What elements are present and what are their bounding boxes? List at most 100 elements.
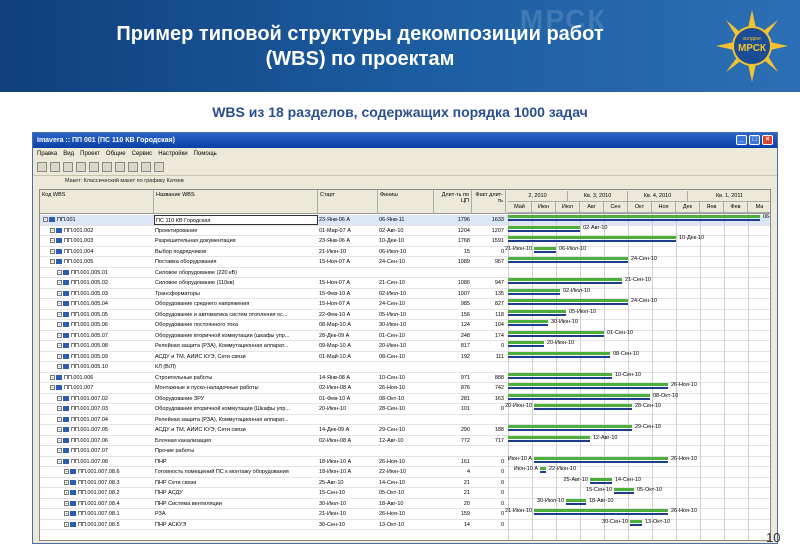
fact-duration: 0 (500, 479, 504, 486)
start-date: 28-Дек-09 А (319, 332, 350, 339)
menu-item[interactable]: Настройки (158, 151, 187, 157)
wbs-node-icon (63, 448, 69, 454)
minimize-icon[interactable]: _ (736, 135, 747, 145)
expand-toggle-icon[interactable]: − (57, 458, 62, 464)
expand-toggle-icon[interactable]: + (64, 521, 69, 527)
open-icon[interactable] (76, 162, 86, 172)
save-icon[interactable] (63, 162, 73, 172)
wbs-code-text: ПП.001.005 (64, 259, 94, 265)
copy-icon[interactable] (89, 162, 99, 172)
expand-toggle-icon[interactable]: − (57, 406, 62, 412)
expand-toggle-icon[interactable]: + (64, 490, 69, 496)
expand-toggle-icon[interactable]: − (57, 322, 62, 328)
menu-item[interactable]: Помощь (194, 151, 217, 157)
finish-date: 06-Янв-11 (379, 217, 405, 223)
expand-toggle-icon[interactable]: − (50, 227, 55, 233)
expand-toggle-icon[interactable]: + (64, 469, 69, 475)
timeline-month: Сен (604, 202, 628, 213)
col-header-finish[interactable]: Финиш (378, 190, 434, 214)
wbs-name: Силовое оборудование (110кв) (155, 280, 235, 286)
maximize-icon[interactable]: □ (749, 135, 760, 145)
wbs-code-text: ПП.001.005.05 (71, 311, 108, 318)
timeline-header: 2, 2010 Кв. 3, 2010 Кв. 4, 2010 Кв. 1, 2011… (508, 190, 770, 214)
menu-item[interactable]: Сервис (132, 151, 153, 157)
gantt-bar-actual (540, 471, 546, 473)
gantt-label-start: 21-Июн-10 (504, 245, 532, 252)
expand-toggle-icon[interactable]: − (57, 416, 62, 422)
expand-toggle-icon[interactable]: − (57, 280, 62, 286)
col-header-name[interactable]: Название WBS (154, 190, 318, 214)
gantt-bar-baseline (534, 456, 668, 460)
expand-toggle-icon[interactable]: − (50, 385, 55, 391)
expand-toggle-icon[interactable]: − (50, 248, 55, 254)
search-icon[interactable] (50, 162, 60, 172)
expand-toggle-icon[interactable]: − (57, 311, 62, 317)
expand-toggle-icon[interactable]: − (57, 269, 62, 275)
wbs-name: Строительные работы (155, 374, 213, 381)
gantt-bar-actual (534, 408, 632, 410)
expand-toggle-icon[interactable]: − (50, 238, 55, 244)
menu-item[interactable]: Проект (80, 151, 100, 157)
col-header-code[interactable]: Код WBS (40, 190, 154, 214)
window-titlebar: Imavera :: ПП 001 (ПС 110 КВ Городская) … (33, 133, 777, 148)
duration-cp: 248 (460, 332, 470, 339)
expand-toggle-icon[interactable]: − (57, 332, 62, 338)
page-number: 10 (766, 530, 781, 545)
wbs-code-text: ПП.001.005.04 (71, 301, 108, 307)
paste-icon[interactable] (102, 162, 112, 172)
finish-date: 24-Сен-10 (379, 259, 405, 265)
expand-toggle-icon[interactable]: − (57, 290, 62, 296)
wbs-node-icon (63, 437, 69, 443)
gantt-label-start: 30-Сен-10 (602, 518, 628, 525)
menu-item[interactable]: Общие (106, 151, 126, 157)
duration-cp: 15 (463, 248, 470, 255)
chart-icon[interactable] (141, 162, 151, 172)
expand-toggle-icon[interactable]: − (57, 395, 62, 401)
wbs-code-text: ПП.001.002 (64, 227, 94, 234)
gantt-bar-actual (508, 324, 548, 326)
wbs-code: − ПП.001.005.07 (40, 331, 154, 341)
fact-duration: 1591 (491, 238, 504, 244)
expand-toggle-icon[interactable]: − (43, 217, 48, 223)
mrsk-logo: холдинг МРСК (716, 10, 788, 82)
print-icon[interactable] (37, 162, 47, 172)
expand-toggle-icon[interactable]: − (57, 343, 62, 349)
expand-toggle-icon[interactable]: − (57, 301, 62, 307)
wbs-code: − ПП.001.007 (40, 383, 154, 393)
wbs-node-icon (70, 511, 76, 517)
expand-toggle-icon[interactable]: − (57, 364, 62, 370)
gantt-label-start: 15-Сен-10 (586, 487, 612, 493)
gantt-bar-baseline (540, 467, 546, 470)
wbs-code-text: ПП.001.005.08 (71, 343, 108, 349)
gantt-label-finish: 06-Июл-10 (559, 245, 587, 252)
expand-toggle-icon[interactable]: − (50, 259, 55, 265)
expand-toggle-icon[interactable]: + (64, 479, 69, 485)
gantt-bar-baseline (508, 351, 610, 355)
expand-toggle-icon[interactable]: − (57, 353, 62, 359)
col-header-start[interactable]: Старт (318, 190, 378, 214)
timeline-gridline (700, 214, 701, 540)
expand-toggle-icon[interactable]: − (57, 448, 62, 454)
timeline-gridline (748, 214, 749, 540)
gantt-bar-baseline (566, 498, 586, 502)
gantt-label-finish: 05-Окт-10 (637, 487, 663, 493)
expand-toggle-icon[interactable]: + (64, 500, 69, 506)
col-header-fact[interactable]: Факт длит-ть (472, 190, 506, 214)
expand-toggle-icon[interactable]: − (50, 374, 55, 380)
menu-item[interactable]: Правка (37, 151, 57, 157)
expand-toggle-icon[interactable]: − (57, 427, 62, 433)
close-icon[interactable]: × (762, 135, 773, 145)
menu-item[interactable]: Вид (63, 151, 74, 157)
filter-icon[interactable] (128, 162, 138, 172)
col-header-duration[interactable]: Длит-ть по ЦП (434, 190, 472, 214)
menu-bar: Правка Вид Проект Общие Сервис Настройки Помощ… (33, 148, 777, 160)
expand-toggle-icon[interactable]: + (64, 511, 69, 517)
zoom-icon[interactable] (154, 162, 164, 172)
gantt-label-start: Июн-10 А (513, 466, 538, 472)
undo-icon[interactable] (115, 162, 125, 172)
expand-toggle-icon[interactable]: − (57, 437, 62, 443)
wbs-code: − ПП.001.005.10 (40, 362, 154, 372)
start-date (318, 415, 378, 425)
wbs-code-text: ПП.001.007.08.3 (78, 479, 120, 486)
finish-date: 29-Сен-10 (379, 427, 405, 433)
